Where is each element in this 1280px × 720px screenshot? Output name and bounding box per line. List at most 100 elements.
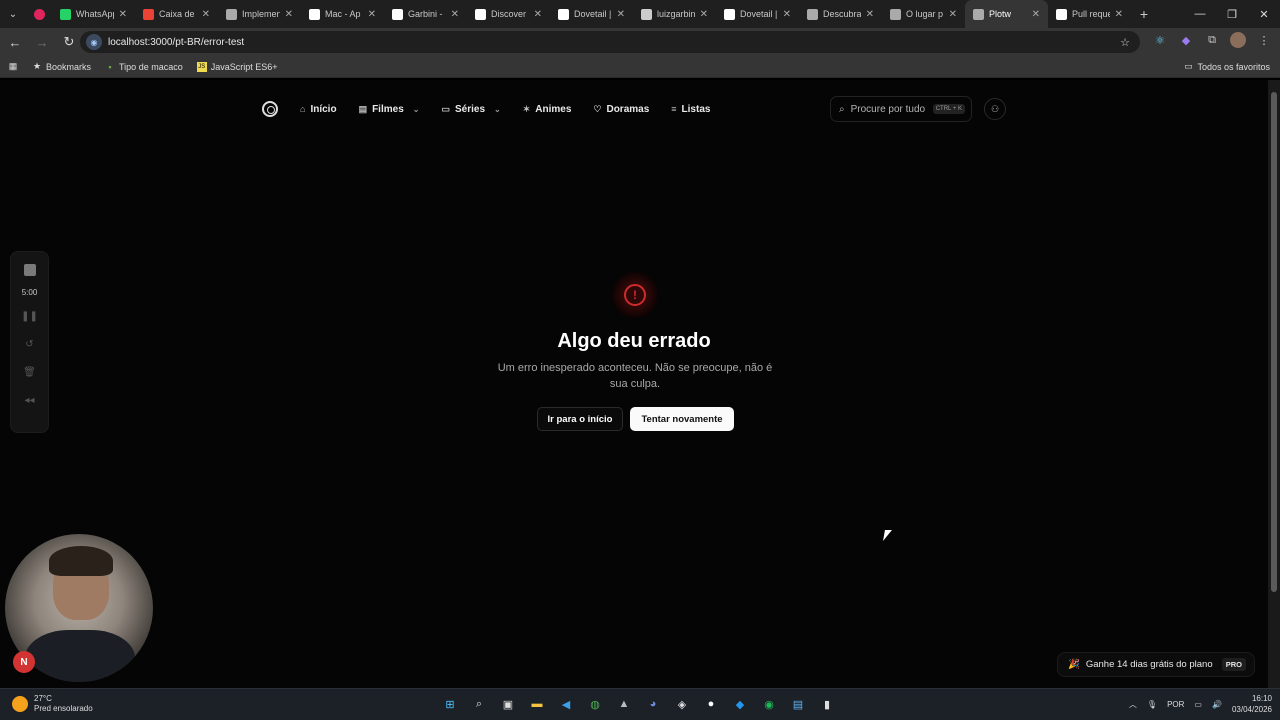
browser-tab[interactable]: Garbini - ✕ xyxy=(384,0,467,28)
folder-icon: ▭ xyxy=(1184,61,1193,71)
close-tab-icon[interactable]: ✕ xyxy=(534,9,542,20)
scrollbar[interactable] xyxy=(1268,80,1280,688)
network-icon[interactable]: ▭ xyxy=(1194,700,1202,709)
close-tab-icon[interactable]: ✕ xyxy=(700,9,708,20)
close-window-button[interactable]: ✕ xyxy=(1248,0,1280,28)
file-explorer-icon[interactable]: ▬ xyxy=(527,694,547,714)
volume-icon[interactable]: 🔊 xyxy=(1212,700,1222,709)
pause-icon[interactable]: ❚❚ xyxy=(21,311,38,325)
tab-label: Garbini - xyxy=(408,9,443,19)
tab-search-button[interactable]: ⌄ xyxy=(0,0,26,28)
browser-tab[interactable]: WhatsApp ✕ xyxy=(52,0,135,28)
sparkle-icon: ✶ xyxy=(522,103,531,114)
terminal-icon[interactable]: ▮ xyxy=(817,694,837,714)
tab-label: Pull reque xyxy=(1072,9,1110,19)
spotify-icon[interactable]: ◉ xyxy=(759,694,779,714)
camera-badge[interactable]: N xyxy=(13,651,35,673)
restart-icon[interactable]: ↺ xyxy=(25,339,33,353)
browser-tab[interactable]: O lugar p ✕ xyxy=(882,0,965,28)
retry-button[interactable]: Tentar novamente xyxy=(630,407,734,431)
notepad-icon[interactable]: ▤ xyxy=(788,694,808,714)
user-icon[interactable]: ⚇ xyxy=(984,98,1006,120)
reload-button[interactable]: ↻ xyxy=(57,30,81,54)
go-home-button[interactable]: Ir para o início xyxy=(537,407,623,431)
address-bar[interactable]: ◉ localhost:3000/pt-BR/error-test ☆ xyxy=(80,31,1140,53)
close-tab-icon[interactable]: ✕ xyxy=(866,9,874,20)
scrollbar-thumb[interactable] xyxy=(1271,92,1277,592)
close-tab-icon[interactable]: ✕ xyxy=(949,9,957,20)
bookmark-item[interactable]: ▪ Tipo de macaco xyxy=(105,62,182,72)
browser-tab[interactable]: Dovetail | ✕ xyxy=(716,0,799,28)
search-input[interactable]: ⌕ Procure por tudo CTRL + K xyxy=(830,96,972,122)
vscode-icon[interactable]: ◀ xyxy=(556,694,576,714)
nav-item-3[interactable]: ▭ Séries ⌄ xyxy=(441,104,500,115)
bookmark-item[interactable]: ★ Bookmarks xyxy=(32,61,91,72)
windows-start-icon[interactable]: ⊞ xyxy=(440,694,460,714)
maximize-button[interactable]: ❐ xyxy=(1216,0,1248,28)
nav-item-4[interactable]: ✶ Animes xyxy=(523,104,572,115)
nav-item-1[interactable]: ⌂ Início xyxy=(300,104,337,115)
back-button[interactable]: ← xyxy=(3,30,27,54)
profile-avatar[interactable] xyxy=(1230,32,1246,48)
pinned-tab[interactable] xyxy=(26,0,52,28)
chrome-icon[interactable]: ◍ xyxy=(585,694,605,714)
browser-tab[interactable]: Implemen ✕ xyxy=(218,0,301,28)
microphone-icon[interactable]: 🎙 xyxy=(1147,700,1157,709)
forward-button[interactable]: → xyxy=(30,30,54,54)
language-indicator[interactable]: POR xyxy=(1167,700,1184,709)
tab-label: luizgarbin xyxy=(657,9,695,19)
close-tab-icon[interactable]: ✕ xyxy=(119,9,127,20)
app-icon[interactable]: ◈ xyxy=(672,694,692,714)
close-tab-icon[interactable]: ✕ xyxy=(285,9,293,20)
close-tab-icon[interactable]: ✕ xyxy=(1115,9,1123,20)
browser-tab[interactable]: Discover ✕ xyxy=(467,0,550,28)
site-navbar: ⌂ Início ▤ Filmes ⌄ ▭ Séries ⌄ ✶ Animes ♡ Doramas ≡ L… xyxy=(252,92,1018,126)
docker-icon[interactable]: ◆ xyxy=(730,694,750,714)
sun-icon xyxy=(12,696,28,712)
clock[interactable]: 16:10 03/04/2026 xyxy=(1232,693,1272,715)
collapse-icon[interactable]: ◂◂ xyxy=(24,395,34,409)
apps-button[interactable]: ▦ xyxy=(8,61,18,72)
browser-tab[interactable]: Descubra ✕ xyxy=(799,0,882,28)
tab-favicon-icon xyxy=(973,8,984,20)
bookmark-star-icon[interactable]: ☆ xyxy=(1120,36,1130,49)
close-tab-icon[interactable]: ✕ xyxy=(1032,9,1040,20)
site-logo[interactable] xyxy=(262,101,278,117)
close-tab-icon[interactable]: ✕ xyxy=(783,9,791,20)
close-tab-icon[interactable]: ✕ xyxy=(617,9,625,20)
bookmark-item[interactable]: JS JavaScript ES6+ xyxy=(196,61,278,72)
trash-icon[interactable]: 🗑 xyxy=(23,367,36,381)
extensions-icon[interactable]: ⧉ xyxy=(1204,32,1220,48)
promo-banner[interactable]: 🎉 Ganhe 14 dias grátis do plano PRO xyxy=(1057,652,1255,677)
app-icon[interactable]: ▲ xyxy=(614,694,634,714)
page-viewport: ⌂ Início ▤ Filmes ⌄ ▭ Séries ⌄ ✶ Animes ♡ Doramas ≡ L… xyxy=(0,80,1268,688)
weather-text: Pred ensolarado xyxy=(34,704,93,713)
weather-widget[interactable]: 27°C Pred ensolarado xyxy=(12,694,93,714)
browser-tab[interactable]: Mac - Ap ✕ xyxy=(301,0,384,28)
menu-icon[interactable]: ⋮ xyxy=(1256,32,1272,48)
discord-icon[interactable]: ◕ xyxy=(643,694,663,714)
browser-tab[interactable]: luizgarbin ✕ xyxy=(633,0,716,28)
extension-badge-icon[interactable]: ◆ xyxy=(1178,32,1194,48)
chevron-up-icon[interactable]: ︿ xyxy=(1129,699,1137,710)
all-bookmarks-button[interactable]: ▭ Todos os favoritos xyxy=(1183,61,1270,72)
task-view-icon[interactable]: ▣ xyxy=(498,694,518,714)
site-info-icon[interactable]: ◉ xyxy=(86,34,102,50)
browser-tab[interactable]: Dovetail | ✕ xyxy=(550,0,633,28)
nav-item-5[interactable]: ♡ Doramas xyxy=(593,104,649,115)
close-tab-icon[interactable]: ✕ xyxy=(451,9,459,20)
nav-item-6[interactable]: ≡ Listas xyxy=(671,104,710,115)
close-tab-icon[interactable]: ✕ xyxy=(368,9,376,20)
browser-tab[interactable]: Caixa de ✕ xyxy=(135,0,218,28)
browser-tab[interactable]: Plotw ✕ xyxy=(965,0,1048,28)
react-devtools-icon[interactable]: ⚛ xyxy=(1152,32,1168,48)
nav-item-2[interactable]: ▤ Filmes ⌄ xyxy=(359,104,420,115)
close-tab-icon[interactable]: ✕ xyxy=(202,9,210,20)
new-tab-button[interactable]: + xyxy=(1131,6,1157,22)
nav-item-label: Doramas xyxy=(606,103,650,115)
github-icon[interactable]: ● xyxy=(701,694,721,714)
search-icon[interactable]: ⌕ xyxy=(469,694,489,714)
minimize-button[interactable]: — xyxy=(1184,0,1216,28)
stop-recording-button[interactable] xyxy=(23,264,36,276)
browser-tab[interactable]: Pull reque ✕ xyxy=(1048,0,1131,28)
